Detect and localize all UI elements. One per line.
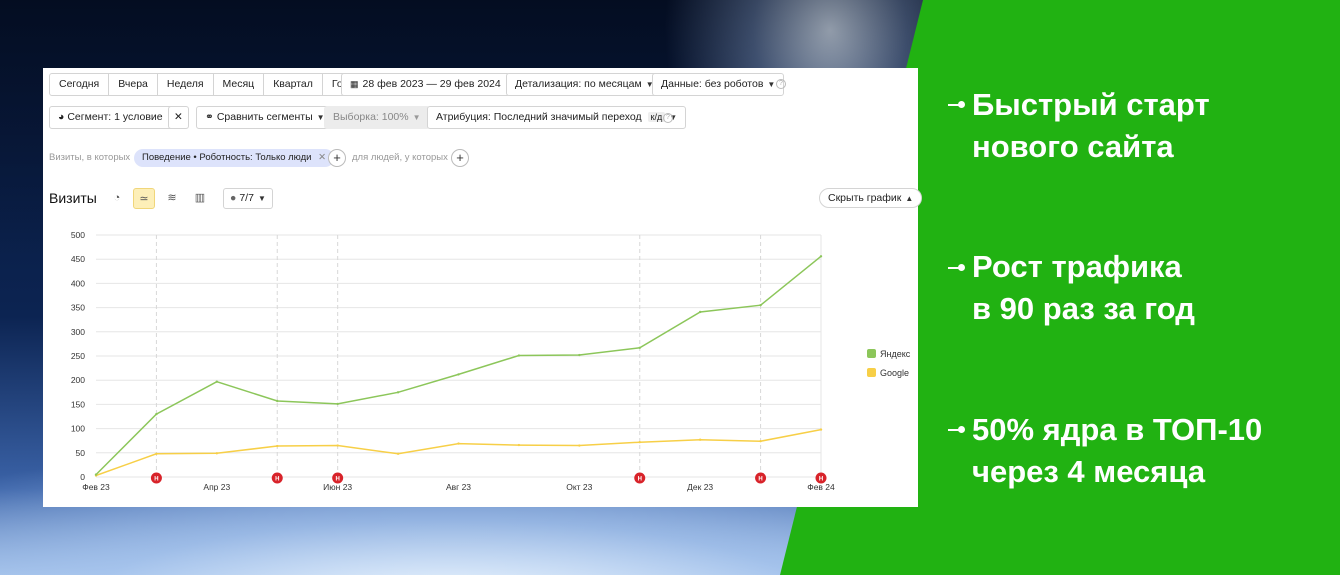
x-tick-label: Фев 24 — [807, 482, 835, 492]
x-tick-label: Апр 23 — [203, 482, 230, 492]
data-point — [698, 438, 702, 441]
data-point — [517, 443, 521, 447]
checkbox-icon — [867, 349, 876, 358]
data-point — [578, 444, 581, 447]
legend-item-google[interactable]: Google — [867, 368, 909, 378]
bullet-line1: 50% ядра в ТОП-10 — [972, 412, 1263, 447]
series-line-yandex — [95, 255, 822, 476]
data-point — [578, 353, 581, 357]
event-marker-label: Н — [335, 477, 339, 483]
legend-label: Яндекс — [880, 349, 911, 359]
bullet-dot-icon — [958, 264, 965, 271]
bullet-text: Быстрый старт нового сайта — [972, 84, 1210, 168]
bullet-dot-icon — [958, 101, 965, 108]
data-point — [276, 444, 279, 448]
y-tick-label: 350 — [71, 303, 85, 313]
data-point — [638, 440, 641, 444]
event-marker-label: Н — [154, 477, 158, 483]
data-point — [276, 399, 279, 403]
data-point — [336, 444, 339, 447]
y-tick-label: 250 — [71, 351, 85, 361]
bullet-line2: через 4 месяца — [972, 454, 1206, 489]
y-tick-label: 300 — [71, 327, 85, 337]
y-tick-label: 150 — [71, 399, 85, 409]
bullet-line2: в 90 раз за год — [972, 291, 1195, 326]
data-point — [396, 391, 400, 394]
line-chart: 0 50 100 150 200 250 300 350 400 450 500 Фев 23 Апр … — [71, 230, 835, 492]
metrika-report-panel: Сегодня Вчера Неделя Месяц Квартал Год ▦… — [43, 68, 923, 507]
event-marker-label: Н — [819, 477, 823, 483]
data-point — [94, 473, 98, 476]
event-marker-label: Н — [275, 477, 279, 483]
data-point — [759, 439, 762, 443]
bullet-dot-icon — [958, 426, 965, 433]
x-tick-label: Июн 23 — [323, 482, 352, 492]
data-point — [396, 452, 400, 455]
data-point — [517, 354, 521, 357]
y-tick-label: 400 — [71, 278, 85, 288]
y-tick-label: 100 — [71, 424, 85, 434]
data-point — [155, 412, 158, 416]
data-point — [638, 346, 641, 349]
y-tick-label: 500 — [71, 230, 85, 240]
data-point — [457, 373, 460, 376]
data-point — [457, 442, 460, 445]
data-point — [215, 380, 219, 383]
legend-label: Google — [880, 368, 910, 378]
bullet-line2: нового сайта — [972, 129, 1174, 164]
x-tick-label: Окт 23 — [566, 482, 592, 492]
bullet-line1: Быстрый старт — [972, 87, 1210, 122]
data-point — [215, 452, 219, 455]
y-tick-label: 450 — [71, 254, 85, 264]
y-tick-label: 50 — [76, 448, 86, 458]
data-point — [819, 255, 823, 258]
x-tick-label: Фев 23 — [82, 482, 110, 492]
checkbox-icon — [867, 368, 876, 377]
event-marker-label: Н — [638, 477, 642, 483]
event-marker-label: Н — [758, 477, 762, 483]
bullet-text: Рост трафика в 90 раз за год — [972, 246, 1195, 330]
data-point — [155, 452, 158, 455]
data-point — [336, 402, 339, 406]
data-point — [819, 428, 823, 431]
bullet-text: 50% ядра в ТОП-10 через 4 месяца — [972, 409, 1262, 493]
y-tick-label: 200 — [71, 375, 85, 385]
data-point — [698, 310, 702, 314]
data-point — [759, 303, 762, 307]
bullet-line1: Рост трафика — [972, 249, 1182, 284]
x-tick-label: Дек 23 — [687, 482, 713, 492]
legend-item-yandex[interactable]: Яндекс — [867, 349, 910, 359]
x-tick-label: Авг 23 — [446, 482, 471, 492]
y-tick-label: 0 — [80, 472, 85, 482]
